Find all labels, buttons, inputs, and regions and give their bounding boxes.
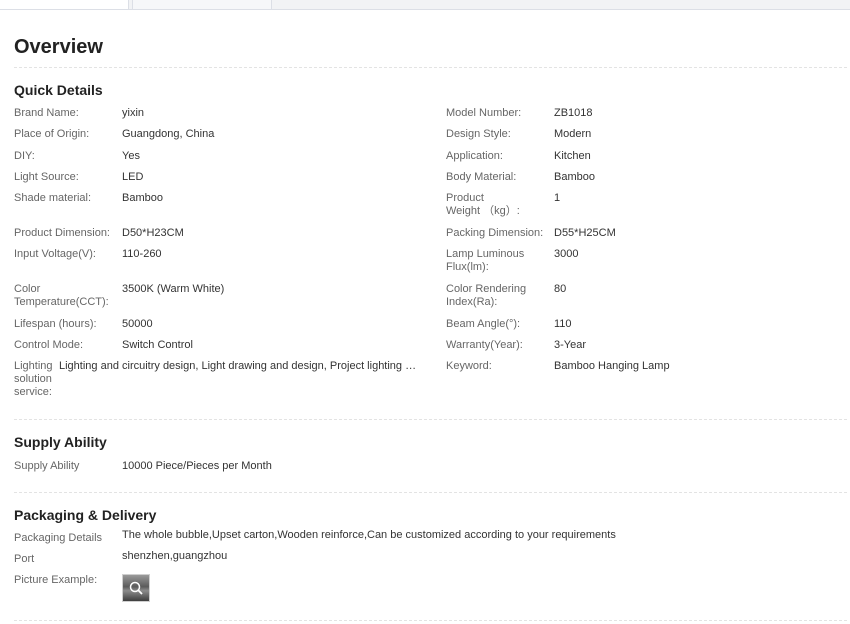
detail-value: Guangdong, China <box>122 128 215 140</box>
detail-value: 50000 <box>122 318 153 330</box>
detail-label: Body Material: <box>446 171 517 183</box>
detail-label: Light Source: <box>14 171 79 183</box>
detail-label: Brand Name: <box>14 107 79 119</box>
picture-example-thumbnail[interactable] <box>122 574 150 602</box>
detail-value: shenzhen,guangzhou <box>122 550 228 562</box>
detail-label: Keyword: <box>446 360 492 372</box>
detail-value: D55*H25CM <box>554 227 616 239</box>
detail-label: Input Voltage(V): <box>14 248 96 260</box>
detail-label: Control Mode: <box>14 339 84 351</box>
detail-value: Bamboo <box>554 171 595 183</box>
detail-value: 110-260 <box>122 248 162 260</box>
supply-ability-heading: Supply Ability <box>14 434 107 450</box>
detail-label: Product Weight （kg）: <box>446 192 520 217</box>
detail-value: 3000 <box>554 248 579 260</box>
detail-label: Lifespan (hours): <box>14 318 97 330</box>
detail-label: Packaging Details <box>14 532 103 544</box>
detail-label: Lighting solution service: <box>14 360 53 398</box>
detail-label: Application: <box>446 150 503 162</box>
detail-value: yixin <box>122 107 145 119</box>
detail-label: Product Dimension: <box>14 227 110 239</box>
detail-value: D50*H23CM <box>122 227 184 239</box>
detail-label: Color Rendering Index(Ra): <box>446 283 527 308</box>
detail-value: LED <box>122 171 144 183</box>
detail-label: Color Temperature(CCT): <box>14 283 109 308</box>
detail-label: Design Style: <box>446 128 511 140</box>
detail-value: Kitchen <box>554 150 591 162</box>
divider <box>14 67 847 68</box>
detail-value: Bamboo <box>122 192 163 204</box>
detail-value: 3500K (Warm White) <box>122 283 225 295</box>
detail-value: Switch Control <box>122 339 193 351</box>
detail-label: Picture Example: <box>14 574 98 586</box>
detail-value: 3-Year <box>554 339 587 351</box>
detail-value: ZB1018 <box>554 107 593 119</box>
detail-label: Model Number: <box>446 107 522 119</box>
detail-value: The whole bubble,Upset carton,Wooden rei… <box>122 529 616 541</box>
detail-label: Packing Dimension: <box>446 227 544 239</box>
detail-value: 1 <box>554 192 561 204</box>
quick-details-heading: Quick Details <box>14 82 103 98</box>
detail-value: 110 <box>554 318 572 330</box>
divider <box>14 620 847 621</box>
zoom-icon <box>129 581 143 595</box>
detail-value: 10000 Piece/Pieces per Month <box>122 460 272 472</box>
divider <box>14 492 847 493</box>
detail-value: Modern <box>554 128 592 140</box>
detail-label: Lamp Luminous Flux(lm): <box>446 248 525 273</box>
page-title: Overview <box>14 36 103 58</box>
divider <box>14 419 847 420</box>
detail-label: DIY: <box>14 150 35 162</box>
tab-bar <box>0 0 850 10</box>
detail-value: Yes <box>122 150 140 162</box>
detail-label: Place of Origin: <box>14 128 90 140</box>
detail-label: Shade material: <box>14 192 92 204</box>
packaging-heading: Packaging & Delivery <box>14 507 157 523</box>
detail-label: Supply Ability <box>14 460 80 472</box>
detail-label: Beam Angle(°): <box>446 318 521 330</box>
detail-value: Lighting and circuitry design, Light dra… <box>59 360 419 372</box>
detail-label: Port <box>14 553 35 565</box>
tab-overview[interactable] <box>0 0 129 9</box>
tab-secondary[interactable] <box>132 0 272 9</box>
detail-value: 80 <box>554 283 567 295</box>
detail-value: Bamboo Hanging Lamp <box>554 360 670 372</box>
detail-label: Warranty(Year): <box>446 339 523 351</box>
